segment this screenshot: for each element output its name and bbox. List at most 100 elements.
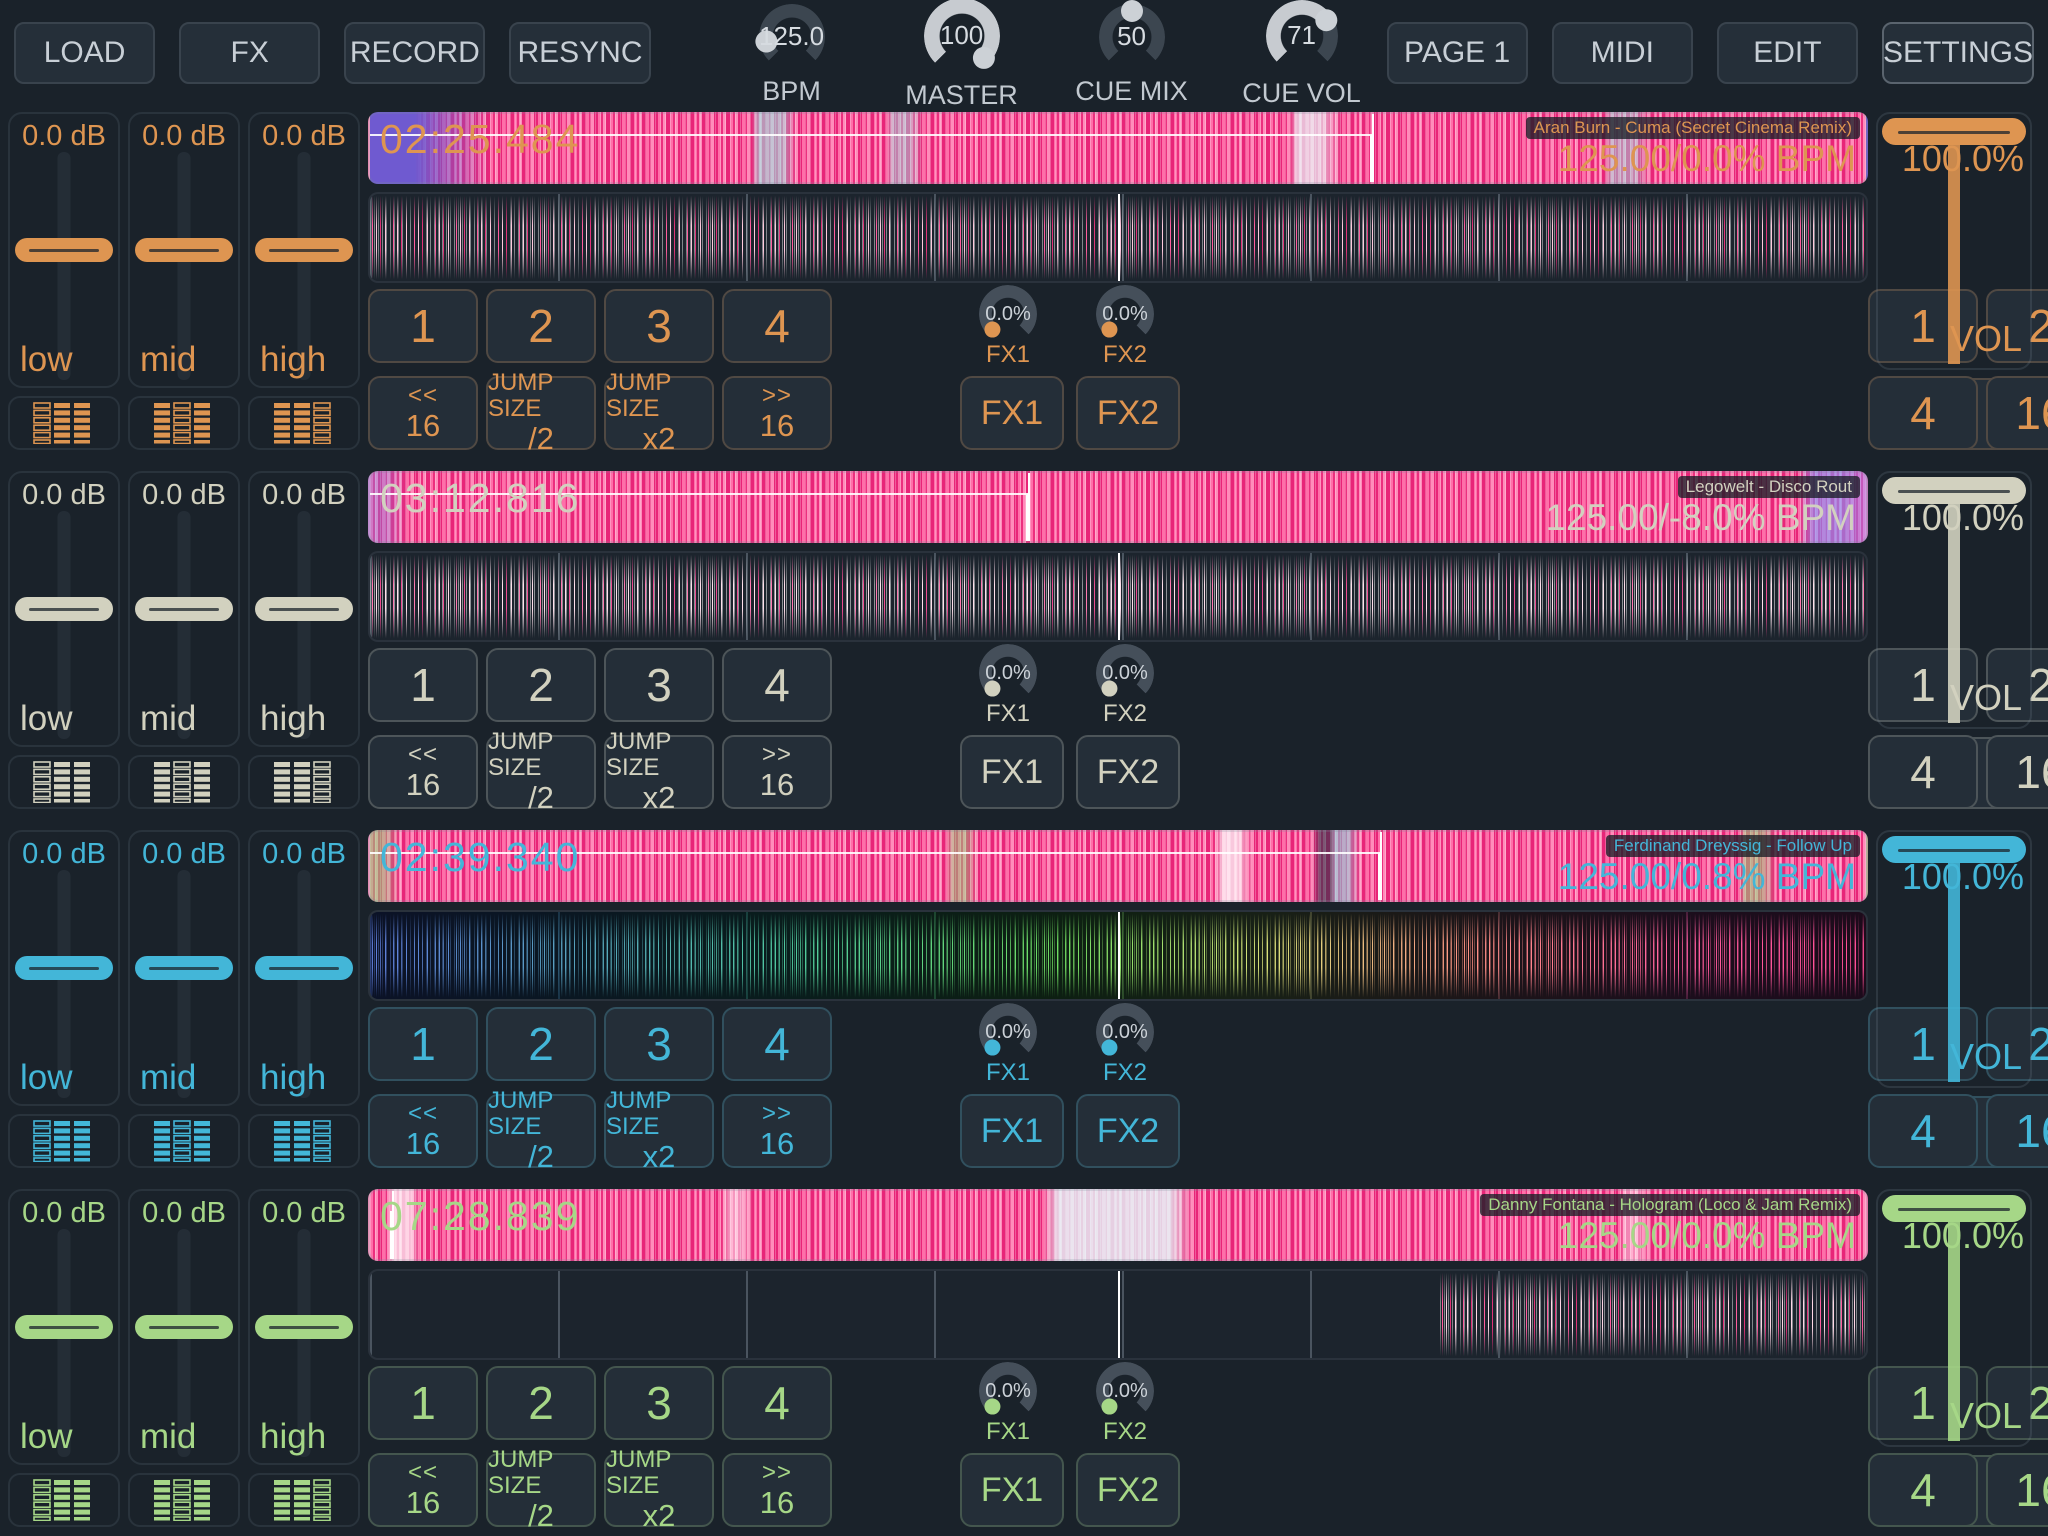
- jump-size-half-button[interactable]: JUMP SIZE /2: [486, 1453, 596, 1527]
- eq-high-pattern-pad[interactable]: [248, 396, 360, 450]
- overview-waveform[interactable]: 07:28.839 Danny Fontana - Hologram (Loco…: [368, 1189, 1868, 1261]
- eq-high-pattern-pad[interactable]: [248, 1473, 360, 1527]
- fx2-knob[interactable]: 0.0%: [1096, 285, 1154, 343]
- jump-size-double-button[interactable]: JUMP SIZE x2: [604, 1094, 714, 1168]
- hotcue-1-button[interactable]: 1: [368, 289, 478, 363]
- loop-16b-button[interactable]: 16: [1986, 735, 2048, 809]
- jump-size-double-button[interactable]: JUMP SIZE x2: [604, 376, 714, 450]
- hotcue-2-button[interactable]: 2: [486, 289, 596, 363]
- eq-low-fader-handle[interactable]: [15, 956, 113, 980]
- eq-low-pattern-pad[interactable]: [8, 396, 120, 450]
- jump-forward-button[interactable]: >> 16: [722, 1094, 832, 1168]
- eq-mid-fader[interactable]: 0.0 dB mid: [128, 830, 240, 1106]
- eq-mid-pattern-pad[interactable]: [128, 1114, 240, 1168]
- eq-high-fader[interactable]: 0.0 dB high: [248, 830, 360, 1106]
- eq-high-pattern-pad[interactable]: [248, 1114, 360, 1168]
- overview-waveform[interactable]: 03:12.816 Legowelt - Disco Rout 22.2.2 1…: [368, 471, 1868, 543]
- fx1-button[interactable]: FX1: [960, 1094, 1064, 1168]
- resync-button[interactable]: RESYNC: [509, 22, 650, 84]
- edit-button[interactable]: EDIT: [1717, 22, 1858, 84]
- loop-16b-button[interactable]: 16: [1986, 1094, 2048, 1168]
- jump-back-button[interactable]: << 16: [368, 735, 478, 809]
- hotcue-1-button[interactable]: 1: [368, 648, 478, 722]
- detail-waveform[interactable]: [368, 192, 1868, 283]
- loop-4-button[interactable]: 4: [1868, 376, 1978, 450]
- fx1-button[interactable]: FX1: [960, 376, 1064, 450]
- hotcue-1-button[interactable]: 1: [368, 1007, 478, 1081]
- hotcue-3-button[interactable]: 3: [604, 289, 714, 363]
- cue-mix-knob[interactable]: 50: [1099, 4, 1165, 70]
- bpm-knob[interactable]: 125.0: [759, 4, 825, 70]
- jump-back-button[interactable]: << 16: [368, 1453, 478, 1527]
- overview-waveform[interactable]: 02:25.484 Aran Burn - Cuma (Secret Cinem…: [368, 112, 1868, 184]
- eq-high-fader-handle[interactable]: [255, 1315, 353, 1339]
- eq-mid-fader[interactable]: 0.0 dB mid: [128, 112, 240, 388]
- loop-4-button[interactable]: 4: [1868, 1094, 1978, 1168]
- hotcue-2-button[interactable]: 2: [486, 1007, 596, 1081]
- fx2-button[interactable]: FX2: [1076, 1094, 1180, 1168]
- eq-low-fader-handle[interactable]: [15, 238, 113, 262]
- eq-mid-fader-handle[interactable]: [135, 1315, 233, 1339]
- hotcue-4-button[interactable]: 4: [722, 289, 832, 363]
- volume-fader[interactable]: 100.0% VOL: [1876, 471, 2032, 729]
- eq-mid-pattern-pad[interactable]: [128, 1473, 240, 1527]
- eq-low-fader[interactable]: 0.0 dB low: [8, 112, 120, 388]
- eq-mid-fader[interactable]: 0.0 dB mid: [128, 1189, 240, 1465]
- fx1-knob[interactable]: 0.0%: [979, 644, 1037, 702]
- jump-back-button[interactable]: << 16: [368, 376, 478, 450]
- jump-size-half-button[interactable]: JUMP SIZE /2: [486, 1094, 596, 1168]
- eq-mid-fader-handle[interactable]: [135, 238, 233, 262]
- eq-low-fader[interactable]: 0.0 dB low: [8, 1189, 120, 1465]
- cue-vol-knob[interactable]: 71: [1266, 0, 1338, 72]
- settings-button[interactable]: SETTINGS: [1882, 22, 2034, 84]
- eq-low-pattern-pad[interactable]: [8, 755, 120, 809]
- eq-high-fader-handle[interactable]: [255, 238, 353, 262]
- fx2-button[interactable]: FX2: [1076, 1453, 1180, 1527]
- hotcue-4-button[interactable]: 4: [722, 648, 832, 722]
- eq-mid-fader-handle[interactable]: [135, 956, 233, 980]
- detail-waveform[interactable]: [368, 1269, 1868, 1360]
- hotcue-3-button[interactable]: 3: [604, 1007, 714, 1081]
- fx1-knob[interactable]: 0.0%: [979, 1003, 1037, 1061]
- master-knob[interactable]: 100: [924, 0, 1000, 74]
- jump-size-double-button[interactable]: JUMP SIZE x2: [604, 735, 714, 809]
- eq-high-fader[interactable]: 0.0 dB high: [248, 112, 360, 388]
- eq-high-fader-handle[interactable]: [255, 597, 353, 621]
- fx2-knob[interactable]: 0.0%: [1096, 1362, 1154, 1420]
- jump-forward-button[interactable]: >> 16: [722, 376, 832, 450]
- fx2-knob[interactable]: 0.0%: [1096, 644, 1154, 702]
- fx2-button[interactable]: FX2: [1076, 735, 1180, 809]
- hotcue-1-button[interactable]: 1: [368, 1366, 478, 1440]
- loop-16b-button[interactable]: 16: [1986, 1453, 2048, 1527]
- hotcue-4-button[interactable]: 4: [722, 1007, 832, 1081]
- detail-waveform[interactable]: [368, 910, 1868, 1001]
- fx1-knob[interactable]: 0.0%: [979, 1362, 1037, 1420]
- eq-low-pattern-pad[interactable]: [8, 1114, 120, 1168]
- hotcue-4-button[interactable]: 4: [722, 1366, 832, 1440]
- eq-mid-fader[interactable]: 0.0 dB mid: [128, 471, 240, 747]
- loop-16b-button[interactable]: 16: [1986, 376, 2048, 450]
- fx2-button[interactable]: FX2: [1076, 376, 1180, 450]
- hotcue-2-button[interactable]: 2: [486, 648, 596, 722]
- loop-4-button[interactable]: 4: [1868, 1453, 1978, 1527]
- eq-high-fader[interactable]: 0.0 dB high: [248, 471, 360, 747]
- overview-waveform[interactable]: 02:39.340 Ferdinand Dreyssig - Follow Up…: [368, 830, 1868, 902]
- eq-mid-fader-handle[interactable]: [135, 597, 233, 621]
- hotcue-3-button[interactable]: 3: [604, 648, 714, 722]
- eq-low-fader-handle[interactable]: [15, 1315, 113, 1339]
- eq-high-pattern-pad[interactable]: [248, 755, 360, 809]
- record-button[interactable]: RECORD: [344, 22, 485, 84]
- eq-mid-pattern-pad[interactable]: [128, 396, 240, 450]
- jump-back-button[interactable]: << 16: [368, 1094, 478, 1168]
- hotcue-3-button[interactable]: 3: [604, 1366, 714, 1440]
- eq-low-fader[interactable]: 0.0 dB low: [8, 830, 120, 1106]
- loop-4-button[interactable]: 4: [1868, 735, 1978, 809]
- detail-waveform[interactable]: [368, 551, 1868, 642]
- jump-size-half-button[interactable]: JUMP SIZE /2: [486, 735, 596, 809]
- eq-low-pattern-pad[interactable]: [8, 1473, 120, 1527]
- eq-high-fader-handle[interactable]: [255, 956, 353, 980]
- page-button[interactable]: PAGE 1: [1387, 22, 1528, 84]
- eq-low-fader[interactable]: 0.0 dB low: [8, 471, 120, 747]
- eq-mid-pattern-pad[interactable]: [128, 755, 240, 809]
- fx1-button[interactable]: FX1: [960, 1453, 1064, 1527]
